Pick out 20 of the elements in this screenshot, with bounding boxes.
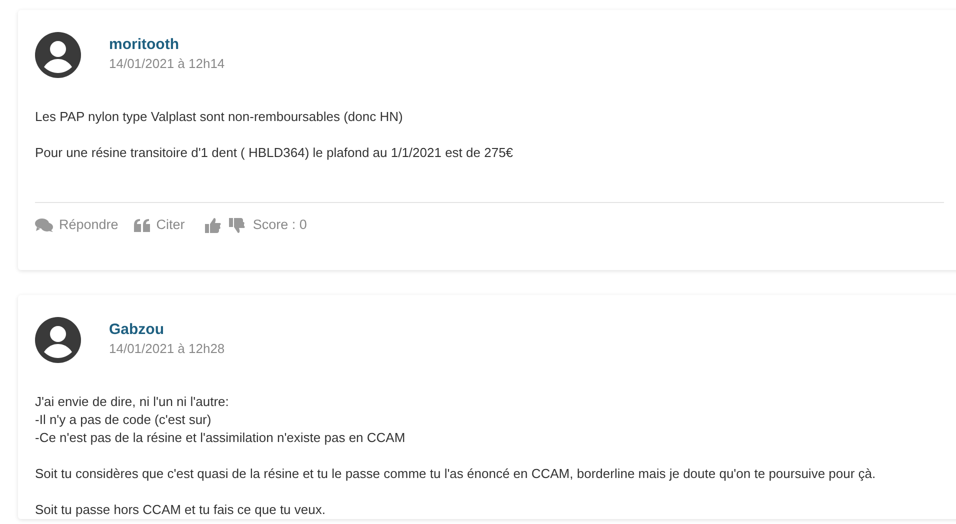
avatar-icon	[35, 317, 81, 363]
post-text: Soit tu passe hors CCAM et tu fais ce que tu veux.	[35, 501, 326, 519]
score-text: Score : 0	[252, 216, 307, 234]
post-text: Les PAP nylon type Valplast sont non-remboursables (donc HN)	[35, 108, 404, 126]
thumbs-up-icon[interactable]	[204, 218, 221, 233]
post-text: Pour une résine transitoire d'1 dent ( HBLD364) le plafond au 1/1/2021 est de 275€	[35, 144, 514, 162]
avatar-icon	[35, 32, 81, 78]
author-link[interactable]: Gabzou	[109, 321, 225, 340]
post-text: Soit tu considères que c'est quasi de la résine et tu le passe comme tu l'as énoncé en CCAM, borderline mais je doute qu'on te poursuive pour çà.	[35, 465, 877, 483]
post-date: 14/01/2021 à 12h14	[109, 55, 225, 74]
post-date: 14/01/2021 à 12h28	[109, 340, 225, 358]
quote-icon	[134, 218, 150, 232]
quote-button[interactable]: Citer	[134, 215, 185, 236]
post-text: -Il n'y a pas de code (c'est sur)	[35, 411, 212, 429]
post-text: -Ce n'est pas de la résine et l'assimilation n'existe pas en CCAM	[35, 429, 406, 447]
thumbs-down-icon[interactable]	[228, 218, 245, 233]
author-link[interactable]: moritooth	[109, 36, 225, 54]
chat-bubbles-icon	[35, 218, 53, 232]
post-text: J'ai envie de dire, ni l'un ni l'autre:	[35, 393, 230, 411]
reply-button[interactable]: Répondre	[35, 215, 118, 236]
